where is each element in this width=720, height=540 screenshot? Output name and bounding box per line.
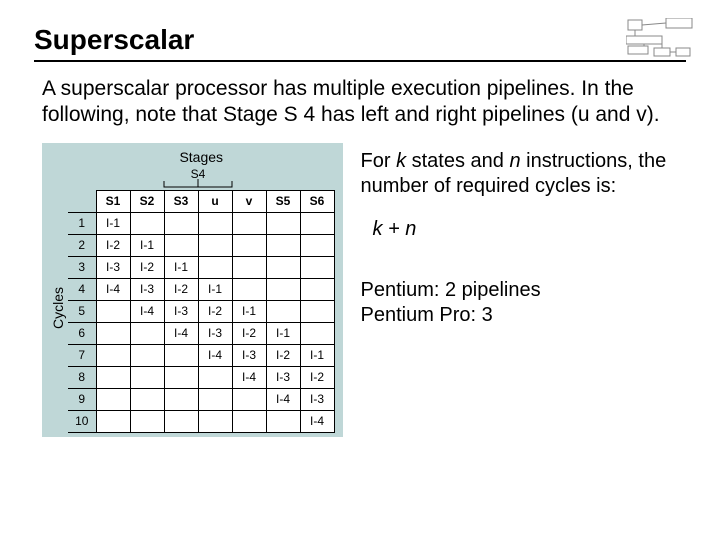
corner-diagram-icon [626,18,696,62]
pipeline-cell [198,234,232,256]
column-header: v [232,190,266,212]
pipeline-cell [198,410,232,432]
pipeline-cell [198,366,232,388]
cycle-number: 2 [68,234,96,256]
pipeline-cell [130,344,164,366]
column-header: S2 [130,190,164,212]
pipeline-cell [130,410,164,432]
pipeline-cell: I-2 [232,322,266,344]
cycle-number: 8 [68,366,96,388]
pipeline-cell [164,234,198,256]
pipeline-cell: I-1 [130,234,164,256]
pipeline-cell: I-4 [198,344,232,366]
cycle-number: 9 [68,388,96,410]
pipeline-cell [164,410,198,432]
pipeline-cell: I-2 [300,366,334,388]
cycle-number: 10 [68,410,96,432]
pentium-note: Pentium: 2 pipelines Pentium Pro: 3 [361,278,687,328]
pipeline-cell [130,212,164,234]
pipeline-cell: I-1 [300,344,334,366]
s4-bracket: S4 [162,167,234,189]
cycle-number: 5 [68,300,96,322]
pipeline-cell [300,322,334,344]
stages-axis-label: Stages [68,149,335,165]
pipeline-cell [232,388,266,410]
pipeline-cell [198,256,232,278]
pipeline-cell: I-3 [300,388,334,410]
pipeline-cell [266,212,300,234]
pipeline-cell: I-3 [232,344,266,366]
pipeline-cell [198,212,232,234]
pipeline-cell: I-2 [130,256,164,278]
cycle-number: 1 [68,212,96,234]
cycles-axis-label: Cycles [48,287,68,329]
pipeline-cell [300,212,334,234]
pipeline-cell: I-1 [164,256,198,278]
pipeline-cell [266,256,300,278]
column-header: S5 [266,190,300,212]
pipeline-cell: I-2 [266,344,300,366]
pipeline-table: S1S2S3uvS5S6 1I-12I-2I-13I-3I-2I-14I-4I-… [68,190,335,433]
pipeline-cell [266,234,300,256]
pipeline-cell [130,366,164,388]
pipeline-cell [130,388,164,410]
pipeline-cell [232,410,266,432]
pipeline-cell [266,278,300,300]
cycle-number: 3 [68,256,96,278]
formula-intro: For k states and n instructions, the num… [361,149,687,199]
pipeline-cell: I-3 [266,366,300,388]
pipeline-cell [96,410,130,432]
cycle-number: 4 [68,278,96,300]
pipeline-cell: I-3 [164,300,198,322]
pipeline-cell: I-3 [130,278,164,300]
pipeline-cell: I-1 [266,322,300,344]
pipeline-cell [300,234,334,256]
pipeline-cell [232,278,266,300]
pipeline-cell [96,300,130,322]
pipeline-diagram: Cycles Stages S4 S1S2S3uvS5S6 [42,143,343,437]
column-header: u [198,190,232,212]
pipeline-cell: I-1 [232,300,266,322]
pipeline-cell: I-3 [96,256,130,278]
pipeline-cell [96,344,130,366]
pipeline-cell: I-4 [300,410,334,432]
formula: k + n [373,217,687,242]
pipeline-cell [96,322,130,344]
pipeline-cell: I-2 [164,278,198,300]
pipeline-cell: I-1 [96,212,130,234]
pipeline-cell: I-4 [96,278,130,300]
column-header: S3 [164,190,198,212]
pipeline-cell [130,322,164,344]
pipeline-cell: I-2 [198,300,232,322]
pipeline-cell [96,388,130,410]
cycle-number: 6 [68,322,96,344]
pipeline-cell [164,388,198,410]
pipeline-cell: I-4 [232,366,266,388]
pipeline-cell: I-4 [266,388,300,410]
pipeline-cell [232,256,266,278]
pipeline-cell [300,300,334,322]
pipeline-cell: I-2 [96,234,130,256]
title-divider [34,60,686,62]
pipeline-cell [164,366,198,388]
pipeline-cell [198,388,232,410]
column-header: S6 [300,190,334,212]
page-title: Superscalar [34,24,686,56]
pipeline-cell: I-4 [130,300,164,322]
pipeline-cell [266,410,300,432]
pipeline-cell [164,344,198,366]
intro-text: A superscalar processor has multiple exe… [34,76,686,129]
pipeline-cell [164,212,198,234]
pipeline-cell [300,256,334,278]
pipeline-cell [266,300,300,322]
cycle-number: 7 [68,344,96,366]
pipeline-cell: I-1 [198,278,232,300]
pipeline-cell: I-4 [164,322,198,344]
pipeline-cell [96,366,130,388]
pipeline-cell [232,234,266,256]
column-header: S1 [96,190,130,212]
pipeline-cell: I-3 [198,322,232,344]
pipeline-cell [300,278,334,300]
pipeline-cell [232,212,266,234]
